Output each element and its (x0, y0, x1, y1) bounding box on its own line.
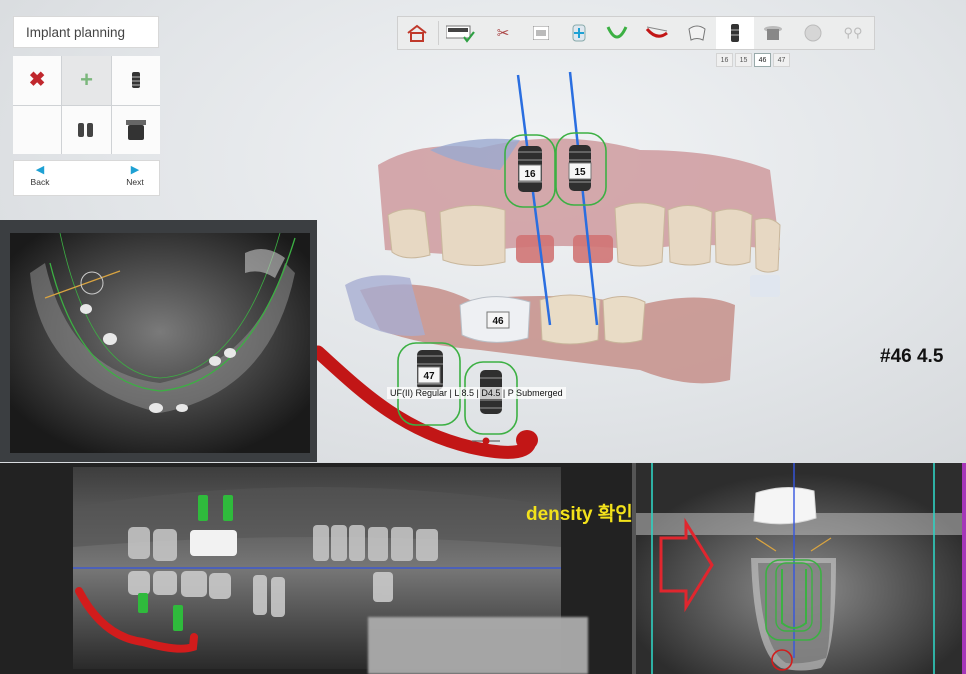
home-icon (407, 24, 427, 42)
step-implant[interactable] (716, 17, 754, 49)
guide-icon (804, 24, 822, 42)
add-implant-button[interactable]: + (62, 56, 111, 105)
abutment-15 (573, 235, 613, 263)
tooth-tab-47[interactable]: 47 (773, 53, 790, 67)
tooth-annotation: #46 4.5 (880, 346, 944, 367)
depth-drag-handle[interactable] (482, 437, 490, 445)
step-scan-data[interactable] (522, 17, 560, 49)
pano-crown-15 (213, 530, 237, 556)
back-button[interactable]: ◀ Back (16, 164, 64, 187)
axial-ct-image (10, 233, 310, 453)
implant-label-46[interactable]: 46 (492, 316, 504, 327)
pano-implant-15 (223, 495, 233, 521)
tooth-tab-15[interactable]: 15 (735, 53, 752, 67)
tooth-tab-46[interactable]: 46 (754, 53, 771, 67)
next-button[interactable]: ▶ Next (111, 164, 159, 187)
abutment-16 (516, 235, 554, 263)
abutment-step-icon (764, 26, 782, 40)
home-button[interactable] (398, 17, 436, 49)
registration-icon (572, 24, 586, 42)
scissors-icon: ✂ (496, 25, 510, 42)
workflow-toolbar: ✂ ⚲⚲ (397, 16, 875, 50)
step-ct-data[interactable] (442, 17, 480, 49)
back-label: Back (30, 177, 50, 187)
pano-implant-47 (138, 593, 148, 613)
implant-spec-label: UF(II) Regular | L 8.5 | D4.5 | P Submer… (387, 387, 566, 399)
implant-library-button[interactable] (111, 56, 160, 105)
empty-tool-slot (13, 105, 62, 154)
arch-icon (606, 26, 628, 39)
step-navigation: ◀ Back ▶ Next (13, 160, 160, 196)
step-abutment[interactable] (754, 17, 792, 49)
scan-icon (533, 26, 549, 40)
cross-sectional-view[interactable] (636, 463, 966, 674)
abutment-icon (125, 119, 146, 140)
plus-icon: + (80, 67, 93, 93)
implant-pair-icon (78, 122, 94, 137)
ct-data-icon (446, 25, 475, 43)
lower-soft-tissue (345, 275, 425, 336)
step-export[interactable]: ⚲⚲ (834, 17, 872, 49)
tool-grid: ✖ + (13, 56, 160, 154)
implant-step-icon (731, 24, 739, 42)
step-crown[interactable] (678, 17, 716, 49)
step-registration[interactable] (560, 17, 598, 49)
density-annotation: density 확인 (526, 504, 633, 525)
tooth-tab-bar: 16 15 46 47 (716, 53, 790, 67)
step-nerve[interactable] (638, 17, 676, 49)
panel-title: Implant planning (13, 16, 159, 48)
pano-implant-16 (198, 495, 208, 521)
nerve-icon (645, 26, 668, 38)
right-abutment (750, 275, 780, 297)
blurred-region (368, 617, 588, 674)
export-icon: ⚲⚲ (843, 25, 863, 40)
left-arrow-icon: ◀ (35, 164, 45, 176)
cross-edge-marker (962, 463, 966, 674)
implant-label-16[interactable]: 16 (524, 169, 536, 180)
crown-icon (688, 25, 706, 41)
lower-teeth (539, 294, 646, 345)
delete-icon: ✖ (28, 69, 46, 92)
delete-implant-button[interactable]: ✖ (13, 56, 62, 105)
step-image-tools[interactable]: ✂ (484, 17, 522, 49)
right-arrow-icon: ▶ (130, 164, 140, 176)
nerve-canal-end (516, 430, 538, 450)
pano-implant-46 (173, 605, 183, 631)
cross-section-image (636, 463, 966, 674)
parallel-implants-button[interactable] (62, 105, 111, 154)
step-arch-curve[interactable] (598, 17, 636, 49)
axial-ct-view[interactable] (10, 233, 310, 453)
abutment-button[interactable] (111, 105, 160, 154)
implant-icon (131, 72, 140, 89)
next-label: Next (126, 177, 144, 187)
implant-label-15[interactable]: 15 (574, 167, 586, 178)
implant-label-47[interactable]: 47 (423, 371, 435, 382)
tooth-tab-16[interactable]: 16 (716, 53, 733, 67)
step-guide[interactable] (794, 17, 832, 49)
cross-crown (753, 487, 817, 525)
